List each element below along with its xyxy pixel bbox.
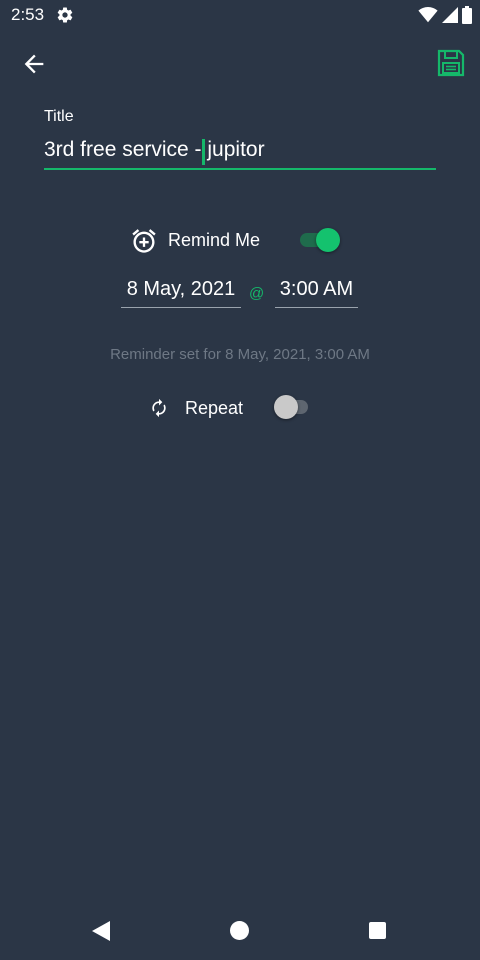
nav-recents-icon[interactable] (369, 922, 386, 939)
wifi-icon (418, 7, 438, 23)
repeat-toggle[interactable] (274, 395, 314, 419)
status-icons (418, 6, 472, 24)
floppy-disk-icon[interactable] (436, 48, 466, 78)
nav-home-icon[interactable] (230, 921, 249, 940)
arrow-left-icon[interactable] (20, 50, 48, 78)
title-input[interactable]: 3rd free service - jupitor (44, 136, 436, 170)
repeat-label: Repeat (185, 398, 244, 418)
settings-gear-icon (57, 7, 73, 23)
title-input-value: 3rd free service - jupitor (44, 138, 265, 161)
nav-back-icon[interactable] (90, 920, 112, 942)
repeat-icon (152, 398, 166, 418)
title-label: Title (44, 108, 74, 125)
remind-me-label: Remind Me (168, 230, 261, 250)
battery-icon (462, 6, 472, 24)
cell-signal-icon (442, 7, 458, 23)
text-cursor (202, 139, 205, 165)
remind-me-toggle-thumb (316, 228, 340, 252)
time-picker-field[interactable]: 3:00 AM (275, 278, 358, 308)
reminder-summary-text: Reminder set for 8 May, 2021, 3:00 AM (110, 346, 370, 363)
alarm-add-icon (132, 229, 156, 253)
remind-me-toggle[interactable] (300, 228, 340, 252)
date-picker-field[interactable]: 8 May, 2021 (121, 278, 241, 308)
at-separator: @ (249, 285, 265, 302)
status-time: 2:53 (11, 5, 45, 24)
repeat-toggle-thumb (274, 395, 298, 419)
status-bar: 2:53 (0, 0, 480, 30)
